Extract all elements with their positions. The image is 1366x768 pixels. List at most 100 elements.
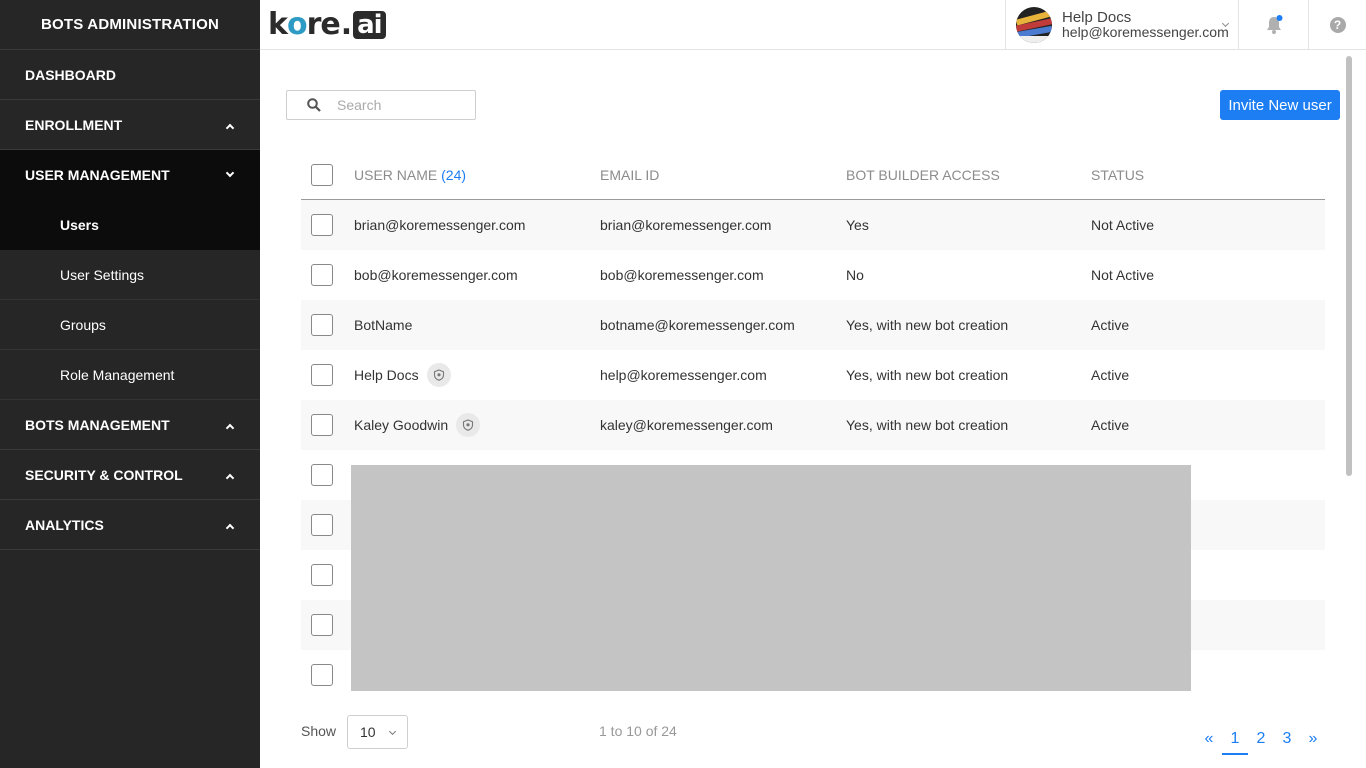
chevron-up-icon <box>225 523 235 532</box>
sidebar-item-label: BOTS MANAGEMENT <box>25 416 170 433</box>
cell-access: Yes, with new bot creation <box>846 417 1009 433</box>
table-row[interactable]: brian@koremessenger.com brian@koremessen… <box>301 200 1325 250</box>
cell-status: Active <box>1091 367 1130 383</box>
cell-email: bob@koremessenger.com <box>600 267 764 283</box>
sidebar-subitem-role-management[interactable]: Role Management <box>0 350 260 400</box>
cell-access: Yes, with new bot creation <box>846 367 1009 383</box>
select-all-checkbox[interactable] <box>311 163 333 186</box>
search-icon <box>307 98 321 112</box>
cell-access: Yes <box>846 217 869 233</box>
page-size-select[interactable]: 10 <box>347 715 408 749</box>
sidebar-subitem-label: User Settings <box>60 266 145 283</box>
table-row[interactable]: Kaley Goodwin kaley@koremessenger.com Ye… <box>301 400 1325 450</box>
sidebar-item-dashboard[interactable]: DASHBOARD <box>0 50 260 100</box>
row-checkbox[interactable] <box>311 614 333 636</box>
cell-email: kaley@koremessenger.com <box>600 417 773 433</box>
page-3-button[interactable]: 3 <box>1274 727 1300 755</box>
cell-user-name: bob@koremessenger.com <box>354 267 518 283</box>
user-name-text: Kaley Goodwin <box>354 417 449 433</box>
cell-user-name: BotName <box>354 317 413 333</box>
search-box[interactable] <box>286 90 476 120</box>
table-row[interactable]: Help Docs help@koremessenger.com Yes, wi… <box>301 350 1325 400</box>
row-checkbox[interactable] <box>311 364 333 386</box>
row-checkbox[interactable] <box>311 214 333 236</box>
row-checkbox[interactable] <box>311 264 333 286</box>
cell-status: Not Active <box>1091 267 1155 283</box>
help-button[interactable]: ? <box>1308 0 1366 50</box>
sidebar-subitem-user-settings[interactable]: User Settings <box>0 250 260 300</box>
logo-text-o: o <box>286 7 308 42</box>
page-1-button[interactable]: 1 <box>1222 727 1248 755</box>
sidebar-item-bots-management[interactable]: BOTS MANAGEMENT <box>0 400 260 450</box>
avatar <box>1016 7 1052 43</box>
sidebar-title: BOTS ADMINISTRATION <box>0 0 260 50</box>
table-row[interactable]: BotName botname@koremessenger.com Yes, w… <box>301 300 1325 350</box>
user-email: help@koremessenger.com <box>1062 24 1229 40</box>
sidebar-item-security-control[interactable]: SECURITY & CONTROL <box>0 450 260 500</box>
cell-status: Active <box>1091 317 1130 333</box>
sidebar-item-analytics[interactable]: ANALYTICS <box>0 500 260 550</box>
user-name: Help Docs <box>1062 9 1132 26</box>
column-header-email[interactable]: EMAIL ID <box>600 167 659 183</box>
cell-status: Not Active <box>1091 217 1155 233</box>
row-checkbox[interactable] <box>311 464 333 486</box>
logo-text-ai: ai <box>353 11 386 39</box>
column-header-user-name[interactable]: USER NAME (24) <box>354 167 466 183</box>
pagination-range: 1 to 10 of 24 <box>599 723 677 739</box>
user-name-text: Help Docs <box>354 367 419 383</box>
user-count: (24) <box>441 166 467 183</box>
table-row[interactable]: bob@koremessenger.com bob@koremessenger.… <box>301 250 1325 300</box>
invite-new-user-button[interactable]: Invite New user <box>1220 90 1340 120</box>
chevron-up-icon <box>225 123 235 132</box>
pagination: « 1 2 3 » <box>1196 727 1326 755</box>
row-checkbox[interactable] <box>311 514 333 536</box>
help-icon: ? <box>1329 17 1346 33</box>
chevron-up-icon <box>225 423 235 432</box>
user-profile-menu[interactable]: Help Docs help@koremessenger.com <box>1005 0 1238 50</box>
sidebar-item-enrollment[interactable]: ENROLLMENT <box>0 100 260 150</box>
chevron-up-icon <box>225 473 235 482</box>
last-page-button[interactable]: » <box>1300 727 1326 755</box>
show-label: Show <box>301 723 337 739</box>
sidebar-item-label: ANALYTICS <box>25 516 104 533</box>
sidebar-item-label: USER MANAGEMENT <box>25 167 170 183</box>
bell-icon <box>1266 15 1282 34</box>
cell-user-name: Help Docs <box>354 363 451 387</box>
row-checkbox[interactable] <box>311 564 333 586</box>
cell-email: brian@koremessenger.com <box>600 217 772 233</box>
chevron-down-icon <box>225 168 235 178</box>
cell-email: botname@koremessenger.com <box>600 317 795 333</box>
header-label: USER NAME <box>354 166 438 183</box>
sidebar-subitem-label: Users <box>60 216 99 233</box>
shield-icon <box>456 413 481 437</box>
column-header-status[interactable]: STATUS <box>1091 167 1144 183</box>
row-checkbox[interactable] <box>311 664 333 686</box>
kore-ai-logo[interactable]: k o re. ai <box>268 6 386 44</box>
shield-icon <box>426 363 451 387</box>
table-header: USER NAME (24) EMAIL ID BOT BUILDER ACCE… <box>301 150 1325 200</box>
chevron-down-icon <box>388 727 397 736</box>
top-header: k o re. ai Help Docs help@koremessenger.com… <box>260 0 1366 50</box>
row-checkbox[interactable] <box>311 314 333 336</box>
sidebar-subitem-groups[interactable]: Groups <box>0 300 260 350</box>
first-page-button[interactable]: « <box>1196 727 1222 755</box>
logo-text-re: re <box>306 7 341 42</box>
sidebar-subitem-label: Role Management <box>60 366 175 383</box>
search-input[interactable] <box>337 97 457 113</box>
sidebar-item-user-management[interactable]: USER MANAGEMENT <box>0 150 260 200</box>
scrollbar[interactable] <box>1346 56 1352 476</box>
page-2-button[interactable]: 2 <box>1248 727 1274 755</box>
sidebar-item-label: SECURITY & CONTROL <box>25 466 183 483</box>
main-content: Invite New user USER NAME (24) EMAIL ID … <box>260 51 1352 768</box>
row-checkbox[interactable] <box>311 414 333 436</box>
sidebar: BOTS ADMINISTRATION DASHBOARD ENROLLMENT… <box>0 0 260 768</box>
cell-access: No <box>846 267 864 283</box>
notifications-button[interactable] <box>1238 0 1308 50</box>
sidebar-item-label: ENROLLMENT <box>25 116 123 133</box>
sidebar-subitem-users[interactable]: Users <box>0 200 260 250</box>
page-size-value: 10 <box>360 724 376 740</box>
sidebar-subitem-label: Groups <box>60 316 106 333</box>
column-header-access[interactable]: BOT BUILDER ACCESS <box>846 167 1000 183</box>
cell-status: Active <box>1091 417 1130 433</box>
logo-text-dot: . <box>340 7 352 42</box>
